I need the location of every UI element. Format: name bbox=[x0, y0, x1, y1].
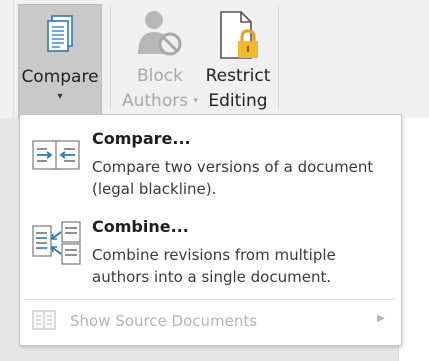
restrict-editing-icon bbox=[218, 10, 260, 67]
menu-item-compare[interactable]: Compare... Compare two versions of a doc… bbox=[20, 119, 401, 207]
compare-document-icon bbox=[46, 15, 74, 64]
block-authors-icon bbox=[136, 8, 184, 63]
compare-menu-title: Compare... bbox=[92, 129, 191, 148]
menu-divider bbox=[24, 299, 397, 300]
compare-dropdown-menu: Compare... Compare two versions of a doc… bbox=[19, 114, 402, 346]
submenu-arrow-icon: ▶ bbox=[377, 313, 385, 324]
ribbon-separator bbox=[278, 6, 279, 110]
review-ribbon: Compare ▾ Block Authors ▾ Restrict Editi… bbox=[0, 0, 429, 118]
menu-item-combine[interactable]: Combine... Combine revisions from multip… bbox=[20, 207, 401, 299]
ribbon-left-strip bbox=[0, 0, 14, 118]
block-authors-label-line2: Authors ▾ bbox=[121, 91, 199, 111]
combine-menu-description: Combine revisions from multiple authors … bbox=[92, 246, 336, 286]
compare-menu-description: Compare two versions of a document (lega… bbox=[92, 158, 374, 198]
ribbon-separator bbox=[110, 6, 111, 110]
menu-item-show-source-documents[interactable]: Show Source Documents ▶ bbox=[20, 301, 401, 341]
show-source-documents-label: Show Source Documents bbox=[70, 312, 258, 330]
compare-versions-icon bbox=[32, 139, 80, 175]
compare-ribbon-label: Compare bbox=[21, 67, 99, 87]
restrict-editing-label-line2: Editing bbox=[208, 91, 268, 111]
block-authors-label-line1: Block bbox=[137, 66, 183, 86]
combine-revisions-icon bbox=[32, 221, 82, 269]
compare-ribbon-button[interactable]: Compare ▾ bbox=[18, 4, 102, 118]
restrict-editing-button[interactable]: Restrict Editing bbox=[203, 4, 273, 114]
block-authors-button[interactable]: Block Authors ▾ bbox=[115, 4, 205, 114]
source-documents-icon bbox=[32, 310, 56, 334]
compare-caret-icon: ▾ bbox=[57, 91, 63, 102]
document-page bbox=[398, 118, 429, 361]
restrict-editing-label-line1: Restrict bbox=[205, 66, 271, 86]
combine-menu-title: Combine... bbox=[92, 217, 189, 236]
